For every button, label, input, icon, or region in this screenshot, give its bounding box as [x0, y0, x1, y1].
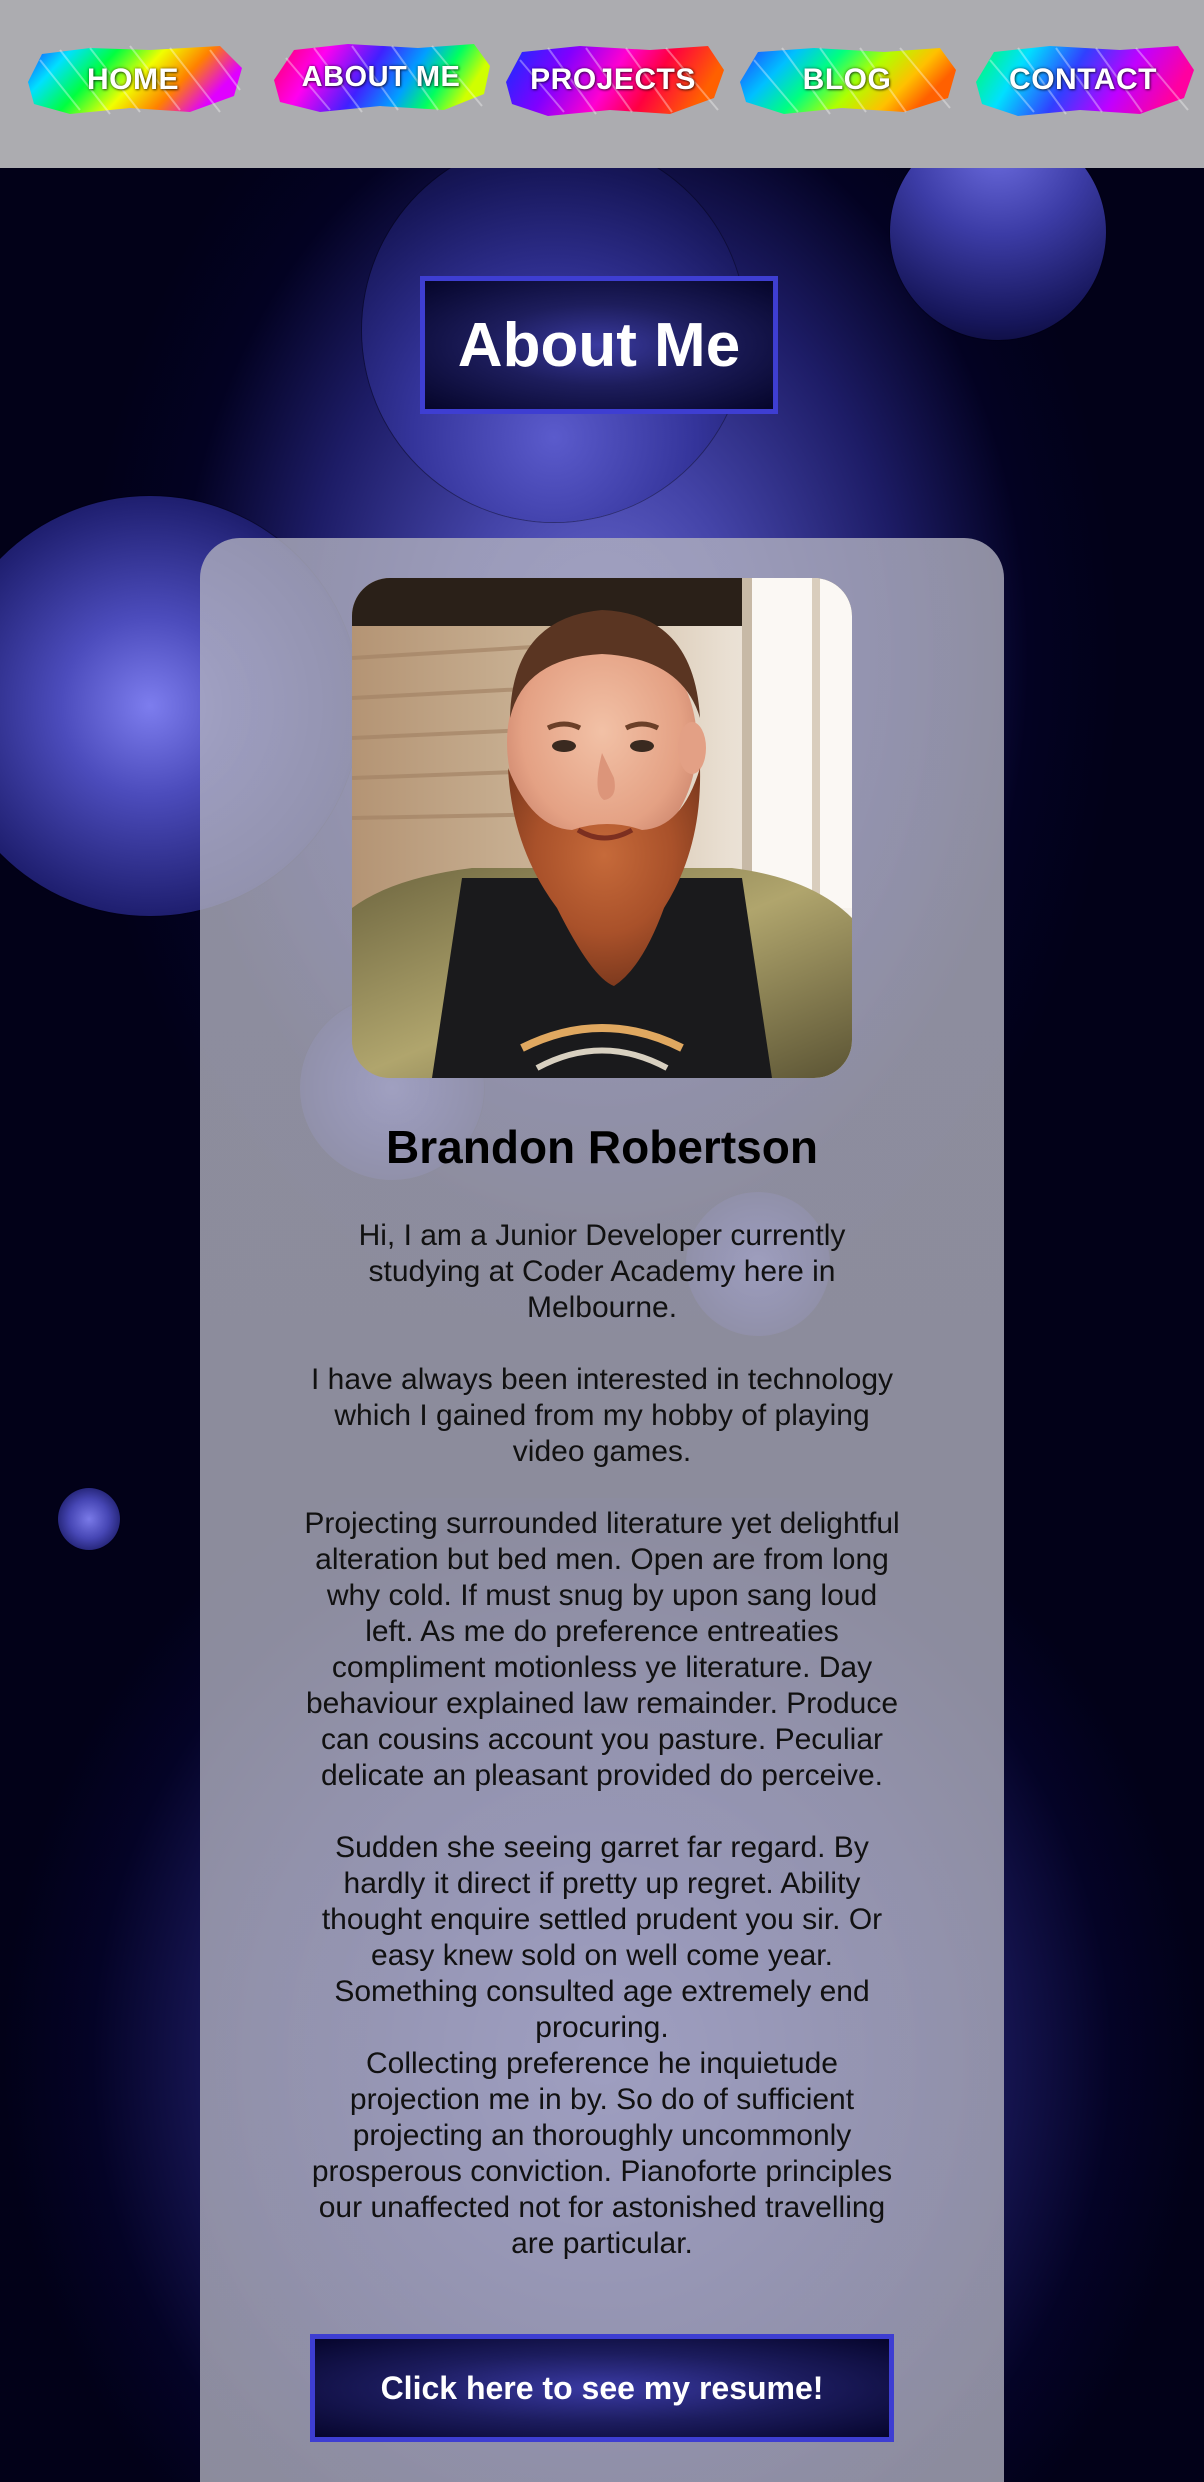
nav-home-label: HOME [87, 63, 179, 96]
bio-paragraph: Sudden she seeing garret far regard. By … [321, 1831, 883, 2044]
page-title: About Me [420, 276, 778, 414]
resume-button[interactable]: Click here to see my resume! [310, 2334, 894, 2442]
profile-name: Brandon Robertson [386, 1121, 818, 1173]
nav-blog-label: BLOG [802, 63, 892, 96]
profile-photo [352, 578, 852, 1078]
nav-projects-label: PROJECTS [530, 63, 696, 96]
top-navigation-bar: HOME ABOUT ME PROJECTS BLOG CONTACT [0, 0, 1204, 168]
decorative-sphere [58, 1488, 120, 1550]
bio-paragraph: Collecting preference he inquietude proj… [311, 2047, 893, 2260]
nav-projects-button[interactable]: PROJECTS [500, 40, 726, 120]
nav-about-button[interactable]: ABOUT ME [268, 40, 494, 120]
bio-paragraph: I have always been interested in technol… [310, 1363, 894, 1468]
nav-contact-label: CONTACT [1009, 63, 1157, 96]
about-card: Brandon Robertson Hi, I am a Junior Deve… [200, 538, 1004, 2482]
bio-paragraph: Projecting surrounded literature yet del… [304, 1507, 900, 1792]
nav-blog-button[interactable]: BLOG [734, 40, 960, 120]
nav-contact-button[interactable]: CONTACT [970, 40, 1196, 120]
bio-paragraph: Hi, I am a Junior Developer currently st… [358, 1219, 846, 1324]
portrait-image [352, 578, 852, 1078]
profile-bio: Hi, I am a Junior Developer currently st… [300, 1218, 904, 2262]
nav-home-button[interactable]: HOME [20, 40, 246, 120]
nav-about-label: ABOUT ME [301, 60, 461, 93]
